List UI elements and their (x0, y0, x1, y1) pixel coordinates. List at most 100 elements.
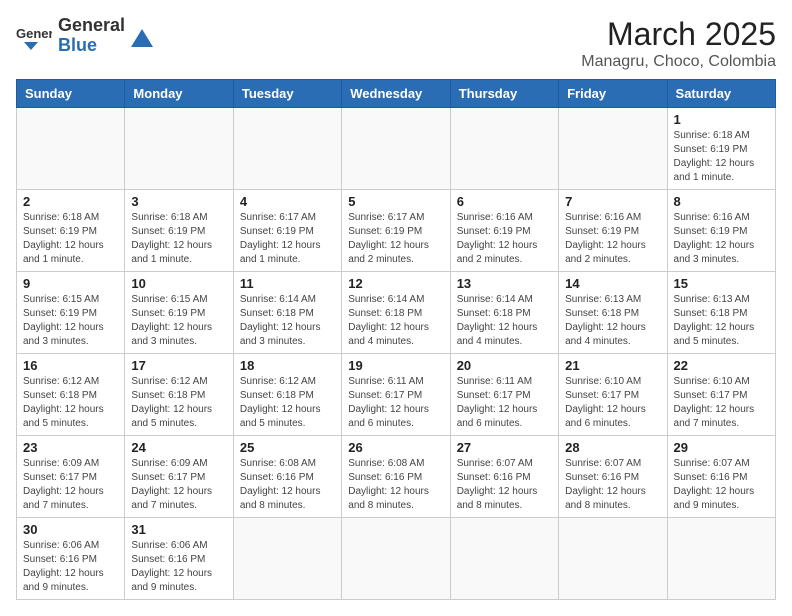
day-info: Sunrise: 6:10 AM Sunset: 6:17 PM Dayligh… (674, 375, 769, 431)
col-header-tuesday: Tuesday (233, 80, 341, 108)
day-number: 18 (240, 358, 335, 373)
logo-triangle-icon (131, 25, 153, 47)
day-info: Sunrise: 6:11 AM Sunset: 6:17 PM Dayligh… (348, 375, 443, 431)
col-header-monday: Monday (125, 80, 233, 108)
day-info: Sunrise: 6:12 AM Sunset: 6:18 PM Dayligh… (131, 375, 226, 431)
day-info: Sunrise: 6:08 AM Sunset: 6:16 PM Dayligh… (240, 457, 335, 513)
calendar-cell (125, 108, 233, 190)
calendar-week-row: 16 Sunrise: 6:12 AM Sunset: 6:18 PM Dayli… (17, 354, 776, 436)
logo-icon: General (16, 18, 52, 54)
day-info: Sunrise: 6:18 AM Sunset: 6:19 PM Dayligh… (131, 211, 226, 267)
logo-general: General (58, 16, 125, 36)
calendar-cell: 5Sunrise: 6:17 AM Sunset: 6:19 PM Daylig… (342, 190, 450, 272)
day-info: Sunrise: 6:18 AM Sunset: 6:19 PM Dayligh… (674, 129, 769, 185)
calendar-cell: 14 Sunrise: 6:13 AM Sunset: 6:18 PM Dayli… (559, 272, 667, 354)
day-number: 19 (348, 358, 443, 373)
day-number: 9 (23, 276, 118, 291)
day-info: Sunrise: 6:12 AM Sunset: 6:18 PM Dayligh… (23, 375, 118, 431)
day-info: Sunrise: 6:14 AM Sunset: 6:18 PM Dayligh… (240, 293, 335, 349)
logo-blue: Blue (58, 36, 125, 56)
day-info: Sunrise: 6:09 AM Sunset: 6:17 PM Dayligh… (23, 457, 118, 513)
col-header-wednesday: Wednesday (342, 80, 450, 108)
calendar-cell: 15 Sunrise: 6:13 AM Sunset: 6:18 PM Dayli… (667, 272, 775, 354)
col-header-friday: Friday (559, 80, 667, 108)
day-number: 30 (23, 522, 118, 537)
logo: General General Blue (16, 16, 153, 56)
day-number: 12 (348, 276, 443, 291)
calendar-week-row: 1 Sunrise: 6:18 AM Sunset: 6:19 PM Daylig… (17, 108, 776, 190)
day-info: Sunrise: 6:08 AM Sunset: 6:16 PM Dayligh… (348, 457, 443, 513)
calendar-cell: 23Sunrise: 6:09 AM Sunset: 6:17 PM Dayli… (17, 436, 125, 518)
day-number: 1 (674, 112, 769, 127)
calendar-cell: 8 Sunrise: 6:16 AM Sunset: 6:19 PM Daylig… (667, 190, 775, 272)
calendar-week-row: 23Sunrise: 6:09 AM Sunset: 6:17 PM Dayli… (17, 436, 776, 518)
day-info: Sunrise: 6:12 AM Sunset: 6:18 PM Dayligh… (240, 375, 335, 431)
day-number: 15 (674, 276, 769, 291)
day-info: Sunrise: 6:13 AM Sunset: 6:18 PM Dayligh… (565, 293, 660, 349)
calendar-cell: 31Sunrise: 6:06 AM Sunset: 6:16 PM Dayli… (125, 518, 233, 600)
day-number: 29 (674, 440, 769, 455)
calendar-week-row: 2 Sunrise: 6:18 AM Sunset: 6:19 PM Daylig… (17, 190, 776, 272)
day-number: 22 (674, 358, 769, 373)
day-number: 13 (457, 276, 552, 291)
day-info: Sunrise: 6:06 AM Sunset: 6:16 PM Dayligh… (131, 539, 226, 595)
calendar-cell: 17 Sunrise: 6:12 AM Sunset: 6:18 PM Dayli… (125, 354, 233, 436)
day-number: 5 (348, 194, 443, 209)
day-number: 26 (348, 440, 443, 455)
day-number: 28 (565, 440, 660, 455)
calendar-cell (667, 518, 775, 600)
day-number: 25 (240, 440, 335, 455)
day-number: 2 (23, 194, 118, 209)
day-info: Sunrise: 6:16 AM Sunset: 6:19 PM Dayligh… (674, 211, 769, 267)
day-number: 17 (131, 358, 226, 373)
day-number: 14 (565, 276, 660, 291)
calendar-cell (233, 108, 341, 190)
calendar-cell: 7Sunrise: 6:16 AM Sunset: 6:19 PM Daylig… (559, 190, 667, 272)
day-info: Sunrise: 6:16 AM Sunset: 6:19 PM Dayligh… (565, 211, 660, 267)
calendar-cell: 13 Sunrise: 6:14 AM Sunset: 6:18 PM Dayli… (450, 272, 558, 354)
day-number: 10 (131, 276, 226, 291)
col-header-thursday: Thursday (450, 80, 558, 108)
calendar-cell: 12 Sunrise: 6:14 AM Sunset: 6:18 PM Dayli… (342, 272, 450, 354)
day-info: Sunrise: 6:11 AM Sunset: 6:17 PM Dayligh… (457, 375, 552, 431)
day-number: 24 (131, 440, 226, 455)
calendar-table: SundayMondayTuesdayWednesdayThursdayFrid… (16, 79, 776, 600)
day-info: Sunrise: 6:14 AM Sunset: 6:18 PM Dayligh… (348, 293, 443, 349)
calendar-cell: 10 Sunrise: 6:15 AM Sunset: 6:19 PM Dayli… (125, 272, 233, 354)
calendar-cell: 16 Sunrise: 6:12 AM Sunset: 6:18 PM Dayli… (17, 354, 125, 436)
day-info: Sunrise: 6:07 AM Sunset: 6:16 PM Dayligh… (565, 457, 660, 513)
day-number: 8 (674, 194, 769, 209)
day-info: Sunrise: 6:13 AM Sunset: 6:18 PM Dayligh… (674, 293, 769, 349)
day-info: Sunrise: 6:15 AM Sunset: 6:19 PM Dayligh… (131, 293, 226, 349)
day-number: 6 (457, 194, 552, 209)
day-number: 21 (565, 358, 660, 373)
calendar-week-row: 30 Sunrise: 6:06 AM Sunset: 6:16 PM Dayli… (17, 518, 776, 600)
day-info: Sunrise: 6:14 AM Sunset: 6:18 PM Dayligh… (457, 293, 552, 349)
calendar-cell (559, 518, 667, 600)
day-info: Sunrise: 6:16 AM Sunset: 6:19 PM Dayligh… (457, 211, 552, 267)
calendar-cell: 29Sunrise: 6:07 AM Sunset: 6:16 PM Dayli… (667, 436, 775, 518)
page-header: General General Blue March 2025 Managru,… (16, 16, 776, 71)
calendar-cell: 24Sunrise: 6:09 AM Sunset: 6:17 PM Dayli… (125, 436, 233, 518)
calendar-cell: 20Sunrise: 6:11 AM Sunset: 6:17 PM Dayli… (450, 354, 558, 436)
calendar-header-row: SundayMondayTuesdayWednesdayThursdayFrid… (17, 80, 776, 108)
col-header-sunday: Sunday (17, 80, 125, 108)
day-info: Sunrise: 6:17 AM Sunset: 6:19 PM Dayligh… (240, 211, 335, 267)
calendar-cell: 2 Sunrise: 6:18 AM Sunset: 6:19 PM Daylig… (17, 190, 125, 272)
day-info: Sunrise: 6:18 AM Sunset: 6:19 PM Dayligh… (23, 211, 118, 267)
calendar-cell: 3Sunrise: 6:18 AM Sunset: 6:19 PM Daylig… (125, 190, 233, 272)
calendar-week-row: 9 Sunrise: 6:15 AM Sunset: 6:19 PM Daylig… (17, 272, 776, 354)
day-number: 4 (240, 194, 335, 209)
day-info: Sunrise: 6:10 AM Sunset: 6:17 PM Dayligh… (565, 375, 660, 431)
calendar-cell: 27Sunrise: 6:07 AM Sunset: 6:16 PM Dayli… (450, 436, 558, 518)
calendar-cell: 28 Sunrise: 6:07 AM Sunset: 6:16 PM Dayli… (559, 436, 667, 518)
calendar-cell: 11Sunrise: 6:14 AM Sunset: 6:18 PM Dayli… (233, 272, 341, 354)
month-title: March 2025 (581, 16, 776, 53)
col-header-saturday: Saturday (667, 80, 775, 108)
calendar-cell: 21 Sunrise: 6:10 AM Sunset: 6:17 PM Dayli… (559, 354, 667, 436)
day-number: 16 (23, 358, 118, 373)
calendar-cell (233, 518, 341, 600)
title-area: March 2025 Managru, Choco, Colombia (581, 16, 776, 71)
location-title: Managru, Choco, Colombia (581, 53, 776, 71)
calendar-cell: 22 Sunrise: 6:10 AM Sunset: 6:17 PM Dayli… (667, 354, 775, 436)
